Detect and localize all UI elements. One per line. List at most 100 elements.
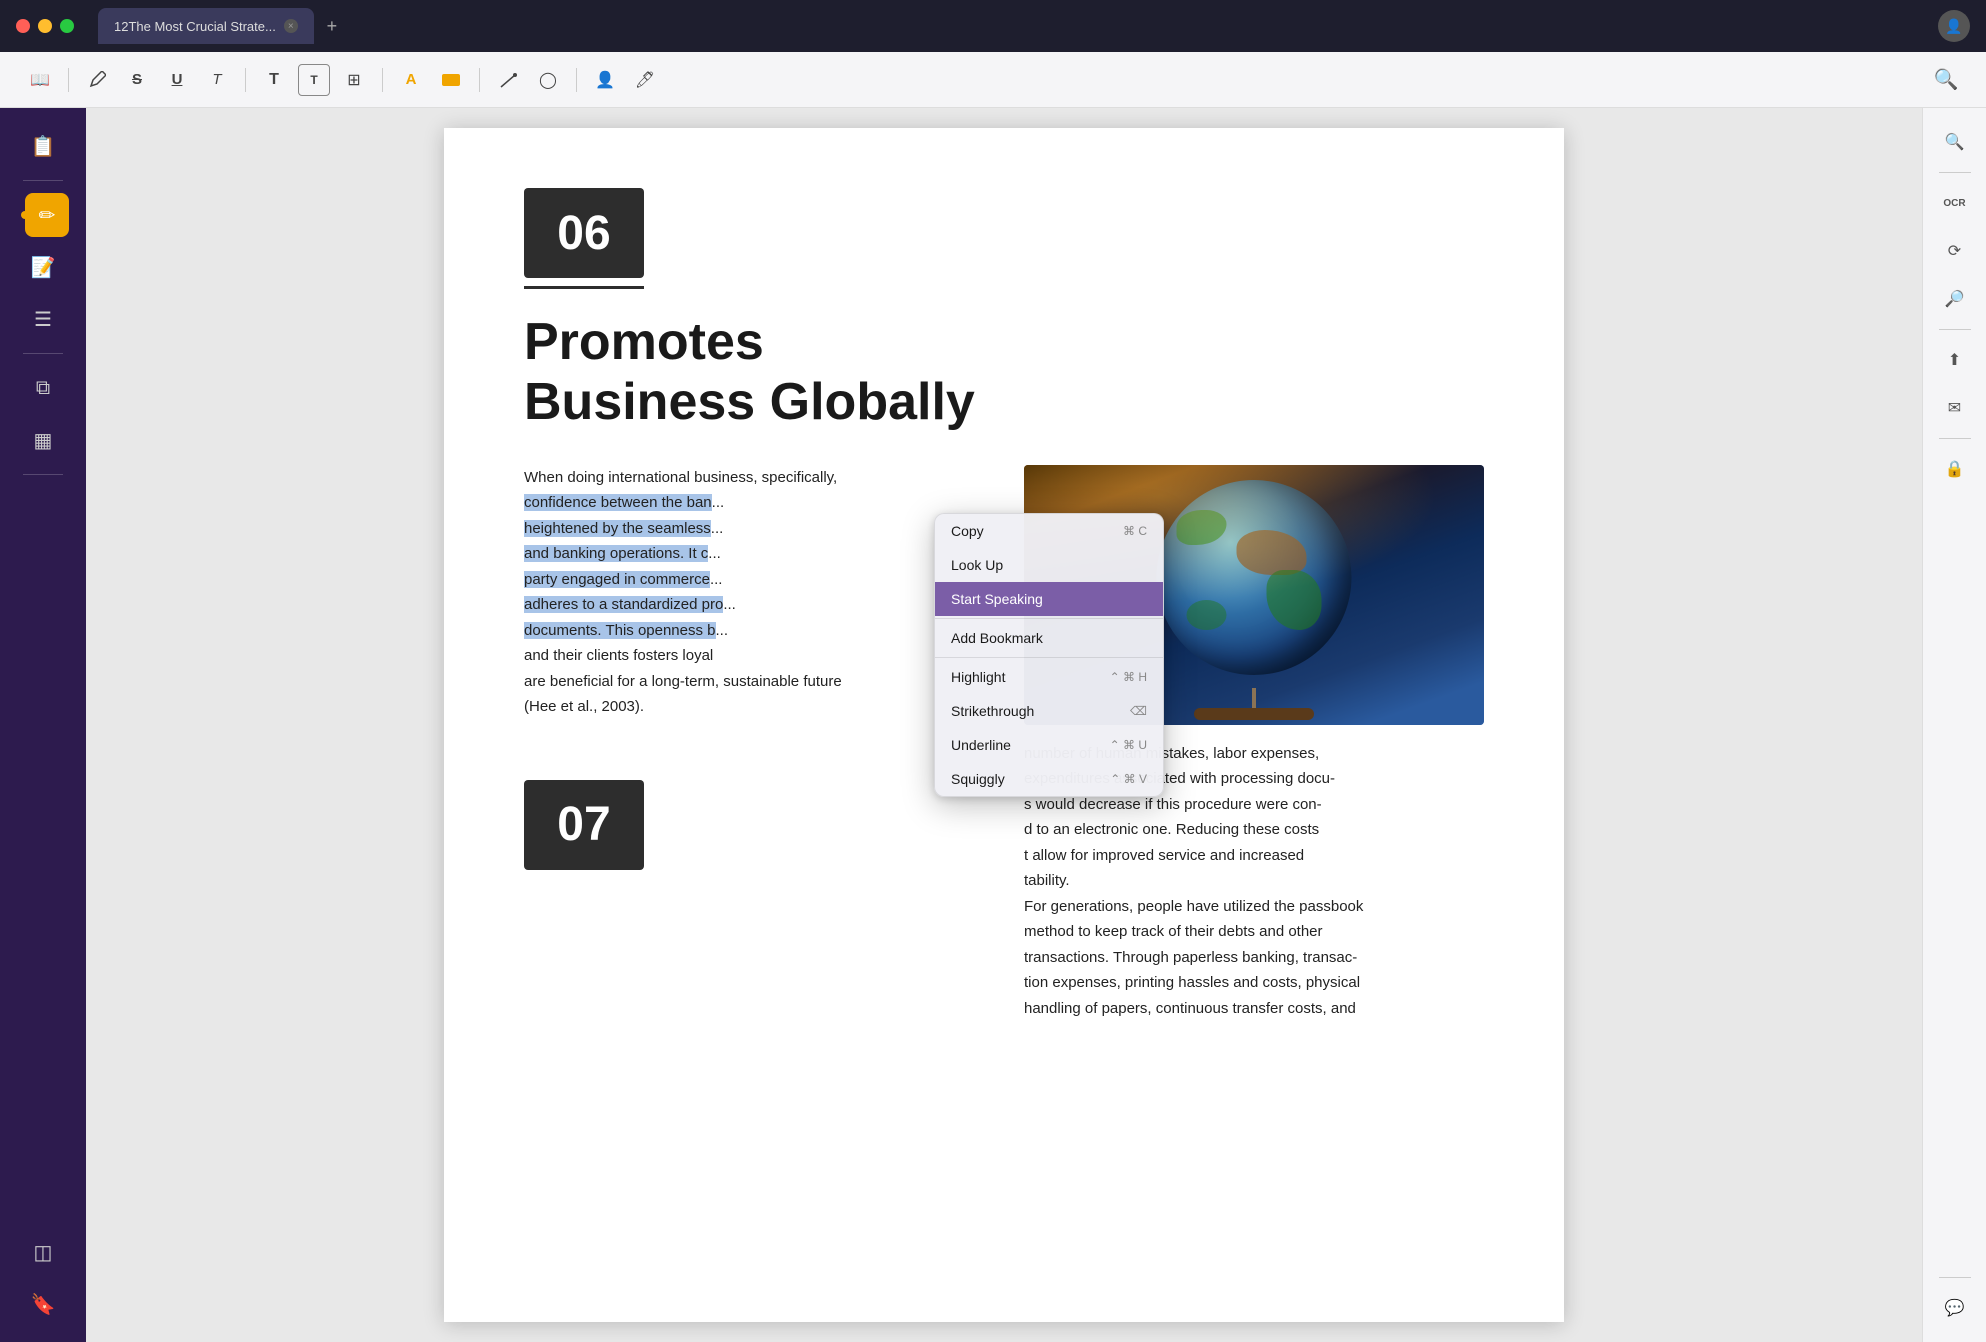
text-ellipsis1: ... bbox=[712, 494, 725, 511]
highlighted-commerce[interactable]: party engaged in commerce bbox=[524, 571, 710, 588]
sidebar-item-layers[interactable]: ◫ bbox=[21, 1230, 65, 1274]
menu-item-underline[interactable]: Underline ⌃ ⌘ U bbox=[935, 728, 1163, 762]
sidebar-item-bookmark[interactable]: 🔖 bbox=[21, 1282, 65, 1326]
menu-underline-shortcut: ⌃ ⌘ U bbox=[1110, 738, 1147, 752]
underline-icon[interactable]: U bbox=[161, 64, 193, 96]
menu-item-copy[interactable]: Copy ⌘ C bbox=[935, 514, 1163, 548]
sidebar-item-notes[interactable]: 📝 bbox=[21, 245, 65, 289]
right-divider-4 bbox=[1939, 1277, 1971, 1278]
right-divider-3 bbox=[1939, 438, 1971, 439]
menu-bookmark-label: Add Bookmark bbox=[951, 630, 1043, 646]
close-button[interactable] bbox=[16, 19, 30, 33]
highlighted-openness[interactable]: documents. This openness b bbox=[524, 622, 716, 639]
share-icon[interactable]: ⬆ bbox=[1937, 342, 1973, 378]
search-right-icon[interactable]: 🔍 bbox=[1937, 124, 1973, 160]
left-sidebar: 📋 ✏ 📝 ☰ ⧉ ▦ ◫ 🔖 bbox=[0, 108, 86, 1342]
tab-label: 12The Most Crucial Strate... bbox=[114, 19, 276, 34]
text-clients: and their clients fosters loyal bbox=[524, 647, 713, 664]
active-indicator bbox=[21, 211, 29, 219]
highlighted-standardized[interactable]: adheres to a standardized pro bbox=[524, 596, 723, 613]
text-bold-icon[interactable]: T bbox=[258, 64, 290, 96]
shape-icon[interactable]: ◯ bbox=[532, 64, 564, 96]
section-number-box-07: 07 bbox=[524, 780, 644, 870]
minimize-button[interactable] bbox=[38, 19, 52, 33]
sidebar-item-copy[interactable]: ⧉ bbox=[21, 366, 65, 410]
menu-item-strikethrough[interactable]: Strikethrough ⌫ bbox=[935, 694, 1163, 728]
menu-squiggly-shortcut: ⌃ ⌘ V bbox=[1110, 772, 1147, 786]
highlight-color-icon[interactable]: A bbox=[395, 64, 427, 96]
section-number-07: 07 bbox=[557, 797, 610, 852]
reading-mode-icon[interactable]: 📖 bbox=[24, 64, 56, 96]
menu-item-squiggly[interactable]: Squiggly ⌃ ⌘ V bbox=[935, 762, 1163, 796]
search-toolbar-icon[interactable]: 🔍 bbox=[1930, 64, 1962, 96]
menu-highlight-shortcut: ⌃ ⌘ H bbox=[1110, 670, 1147, 684]
text-ellipsis4: ... bbox=[710, 571, 723, 588]
protect-icon[interactable]: 🔒 bbox=[1937, 451, 1973, 487]
toolbar-divider-2 bbox=[245, 68, 246, 92]
draw-icon[interactable] bbox=[492, 64, 524, 96]
active-tab[interactable]: 12The Most Crucial Strate... × bbox=[98, 8, 314, 44]
menu-strikethrough-shortcut: ⌫ bbox=[1130, 704, 1147, 718]
text-underline-icon[interactable]: T bbox=[201, 64, 233, 96]
text-ellipsis6: ... bbox=[716, 622, 729, 639]
toolbar-divider-1 bbox=[68, 68, 69, 92]
stamp-icon[interactable]: 🖊 bbox=[629, 64, 661, 96]
number-box-underline bbox=[524, 286, 644, 289]
toolbar: 📖 S U T T T ⊞ A ◯ 👤 🖊 🔍 bbox=[0, 52, 1986, 108]
mail-icon[interactable]: ✉ bbox=[1937, 390, 1973, 426]
scan-refresh-icon[interactable]: ⟳ bbox=[1937, 233, 1973, 269]
sidebar-item-template[interactable]: ▦ bbox=[21, 418, 65, 462]
highlighted-banking[interactable]: and banking operations. It c bbox=[524, 545, 708, 562]
menu-item-add-bookmark[interactable]: Add Bookmark bbox=[935, 621, 1163, 655]
menu-strikethrough-label: Strikethrough bbox=[951, 703, 1034, 719]
menu-item-lookup[interactable]: Look Up bbox=[935, 548, 1163, 582]
menu-underline-label: Underline bbox=[951, 737, 1011, 753]
text-normal: When doing international business, speci… bbox=[524, 469, 837, 486]
person-icon[interactable]: 👤 bbox=[589, 64, 621, 96]
new-tab-button[interactable]: + bbox=[318, 12, 346, 40]
table-icon[interactable]: ⊞ bbox=[338, 64, 370, 96]
text-beneficial: are beneficial for a long-term, sustaina… bbox=[524, 673, 842, 690]
sidebar-divider-2 bbox=[23, 353, 63, 354]
sidebar-item-document[interactable]: 📋 bbox=[21, 124, 65, 168]
toolbar-divider-4 bbox=[479, 68, 480, 92]
pen-icon[interactable] bbox=[81, 64, 113, 96]
right-divider-2 bbox=[1939, 329, 1971, 330]
menu-divider-1 bbox=[935, 618, 1163, 619]
text-box-icon[interactable]: T bbox=[298, 64, 330, 96]
sidebar-item-list[interactable]: ☰ bbox=[21, 297, 65, 341]
text-ellipsis2: ... bbox=[711, 520, 724, 537]
pdf-page: 06 Promotes Business Globally When doing… bbox=[444, 128, 1564, 1322]
menu-item-start-speaking[interactable]: Start Speaking bbox=[935, 582, 1163, 616]
menu-squiggly-label: Squiggly bbox=[951, 771, 1005, 787]
avatar[interactable]: 👤 bbox=[1938, 10, 1970, 42]
context-menu: Copy ⌘ C Look Up Start Speaking Add Book… bbox=[934, 513, 1164, 797]
toolbar-divider-5 bbox=[576, 68, 577, 92]
highlighted-confidence[interactable]: confidence between the ban bbox=[524, 494, 712, 511]
search-doc-icon[interactable]: 🔎 bbox=[1937, 281, 1973, 317]
text-ellipsis5: ... bbox=[723, 596, 736, 613]
menu-item-highlight[interactable]: Highlight ⌃ ⌘ H bbox=[935, 660, 1163, 694]
comment-icon[interactable]: 💬 bbox=[1937, 1290, 1973, 1326]
right-sidebar: 🔍 OCR ⟳ 🔎 ⬆ ✉ 🔒 💬 bbox=[1922, 108, 1986, 1342]
left-column: When doing international business, speci… bbox=[524, 465, 984, 1022]
section-number: 06 bbox=[557, 206, 610, 261]
body-text-left[interactable]: When doing international business, speci… bbox=[524, 465, 984, 720]
right-divider-1 bbox=[1939, 172, 1971, 173]
sidebar-item-pen[interactable]: ✏ bbox=[25, 193, 69, 237]
tab-close-button[interactable]: × bbox=[284, 19, 298, 33]
text-citation: (Hee et al., 2003). bbox=[524, 698, 644, 715]
toolbar-divider-3 bbox=[382, 68, 383, 92]
text-ellipsis3: ... bbox=[708, 545, 721, 562]
strikethrough-icon[interactable]: S bbox=[121, 64, 153, 96]
title-bar: 12The Most Crucial Strate... × + 👤 bbox=[0, 0, 1986, 52]
menu-copy-label: Copy bbox=[951, 523, 984, 539]
ocr-icon[interactable]: OCR bbox=[1937, 185, 1973, 221]
color-fill-icon[interactable] bbox=[435, 64, 467, 96]
section-07: 07 bbox=[524, 780, 984, 870]
maximize-button[interactable] bbox=[60, 19, 74, 33]
sidebar-divider-1 bbox=[23, 180, 63, 181]
menu-lookup-label: Look Up bbox=[951, 557, 1003, 573]
highlighted-seamless[interactable]: heightened by the seamless bbox=[524, 520, 711, 537]
menu-copy-shortcut: ⌘ C bbox=[1123, 524, 1147, 538]
